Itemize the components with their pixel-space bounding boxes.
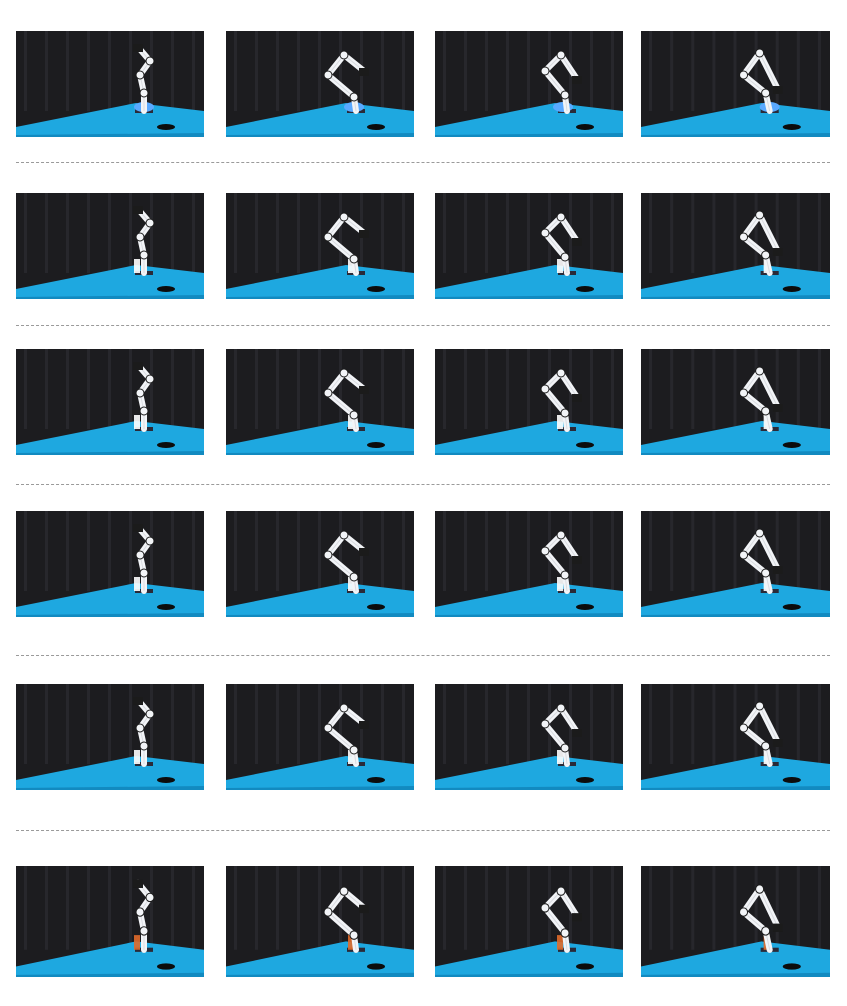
frame-scene — [435, 193, 623, 299]
robot-frame — [435, 349, 623, 455]
frame-scene — [16, 511, 204, 617]
frame-scene — [641, 511, 830, 617]
frame-scene — [226, 866, 414, 977]
frame-scene — [226, 31, 414, 137]
row-separator — [16, 655, 830, 656]
robot-frame — [641, 193, 830, 299]
robot-frame — [435, 684, 623, 790]
robot-frame — [16, 684, 204, 790]
robot-frame — [435, 193, 623, 299]
frame-scene — [226, 193, 414, 299]
frame-scene — [435, 31, 623, 137]
frame-scene — [16, 31, 204, 137]
robot-frame — [641, 31, 830, 137]
robot-frame — [641, 684, 830, 790]
row-separator — [16, 484, 830, 485]
frame-scene — [641, 349, 830, 455]
robot-frame — [641, 866, 830, 977]
robot-frame — [16, 31, 204, 137]
row-separator — [16, 325, 830, 326]
frame-scene — [16, 684, 204, 790]
frame-scene — [435, 684, 623, 790]
frame-scene — [641, 866, 830, 977]
frame-scene — [226, 684, 414, 790]
robot-frame — [16, 349, 204, 455]
frame-scene — [641, 193, 830, 299]
frame-scene — [16, 349, 204, 455]
robot-frame — [226, 511, 414, 617]
frame-scene — [435, 866, 623, 977]
frame-scene — [16, 193, 204, 299]
frame-scene — [16, 866, 204, 977]
robot-frame — [435, 31, 623, 137]
robot-frame — [226, 349, 414, 455]
row-separator — [16, 162, 830, 163]
robot-frame — [16, 866, 204, 977]
frame-scene — [641, 684, 830, 790]
robot-frame — [16, 511, 204, 617]
robot-frame — [226, 31, 414, 137]
robot-frame — [16, 193, 204, 299]
image-grid — [0, 0, 847, 1006]
robot-frame — [641, 511, 830, 617]
robot-frame — [641, 349, 830, 455]
robot-frame — [226, 684, 414, 790]
robot-frame — [435, 866, 623, 977]
frame-scene — [641, 31, 830, 137]
robot-frame — [226, 193, 414, 299]
robot-frame — [435, 511, 623, 617]
frame-scene — [226, 349, 414, 455]
robot-frame — [226, 866, 414, 977]
frame-scene — [226, 511, 414, 617]
row-separator — [16, 830, 830, 831]
frame-scene — [435, 511, 623, 617]
frame-scene — [435, 349, 623, 455]
